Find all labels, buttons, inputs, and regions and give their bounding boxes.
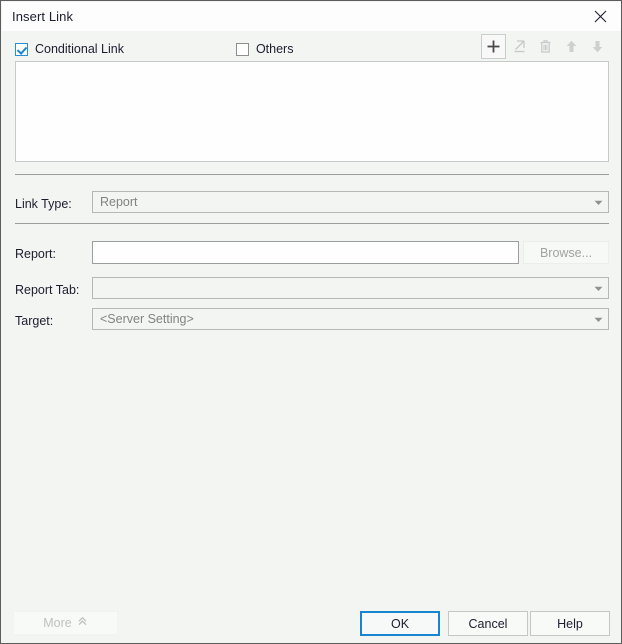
list-toolbar [480, 34, 610, 59]
more-button-label: More [43, 616, 72, 630]
checkbox-others-box[interactable] [235, 42, 249, 56]
target-dropdown[interactable]: <Server Setting> [92, 308, 609, 330]
checkbox-conditional-link-label: Conditional Link [35, 42, 124, 56]
move-up-button[interactable] [559, 34, 584, 59]
link-type-dropdown[interactable]: Report [92, 191, 609, 213]
conditional-link-list[interactable] [15, 61, 609, 162]
checkbox-conditional-link-box[interactable] [15, 42, 28, 56]
arrow-up-icon [564, 39, 579, 54]
checkbox-conditional-link[interactable]: Conditional Link [15, 42, 124, 56]
divider-middle [15, 223, 609, 224]
chevron-down-icon [588, 278, 608, 298]
chevron-up-double-icon [77, 616, 88, 630]
move-down-button[interactable] [585, 34, 610, 59]
dialog-title: Insert Link [12, 9, 74, 24]
edit-button[interactable] [507, 34, 532, 59]
link-type-value: Report [100, 195, 138, 209]
checkbox-others[interactable]: Others [235, 42, 294, 56]
add-button[interactable] [481, 34, 506, 59]
target-label: Target: [15, 314, 54, 328]
arrow-down-icon [590, 39, 605, 54]
dialog-body: Conditional Link Others Link Type: Repor… [2, 31, 621, 643]
more-button[interactable]: More [13, 611, 118, 635]
checkbox-others-label: Others [255, 42, 294, 56]
report-tab-dropdown[interactable] [92, 277, 609, 299]
target-value: <Server Setting> [100, 312, 194, 326]
chevron-down-icon [588, 192, 608, 212]
title-bar: Insert Link [2, 2, 621, 31]
add-icon [486, 39, 501, 54]
help-button[interactable]: Help [530, 611, 610, 636]
report-input[interactable] [92, 241, 519, 264]
report-label: Report: [15, 247, 56, 261]
close-icon[interactable] [578, 2, 621, 31]
cancel-button[interactable]: Cancel [448, 611, 528, 636]
chevron-down-icon [588, 309, 608, 329]
ok-button[interactable]: OK [360, 611, 440, 636]
insert-link-dialog: Insert Link Conditional Link Others Link… [0, 0, 622, 644]
link-type-label: Link Type: [15, 197, 72, 211]
divider-top [15, 174, 609, 175]
report-tab-label: Report Tab: [15, 283, 80, 297]
delete-trash-icon [538, 39, 553, 54]
link-options-row: Conditional Link Others [15, 39, 293, 59]
edit-pencil-icon [512, 39, 527, 54]
delete-button[interactable] [533, 34, 558, 59]
browse-button[interactable]: Browse... [523, 241, 609, 264]
